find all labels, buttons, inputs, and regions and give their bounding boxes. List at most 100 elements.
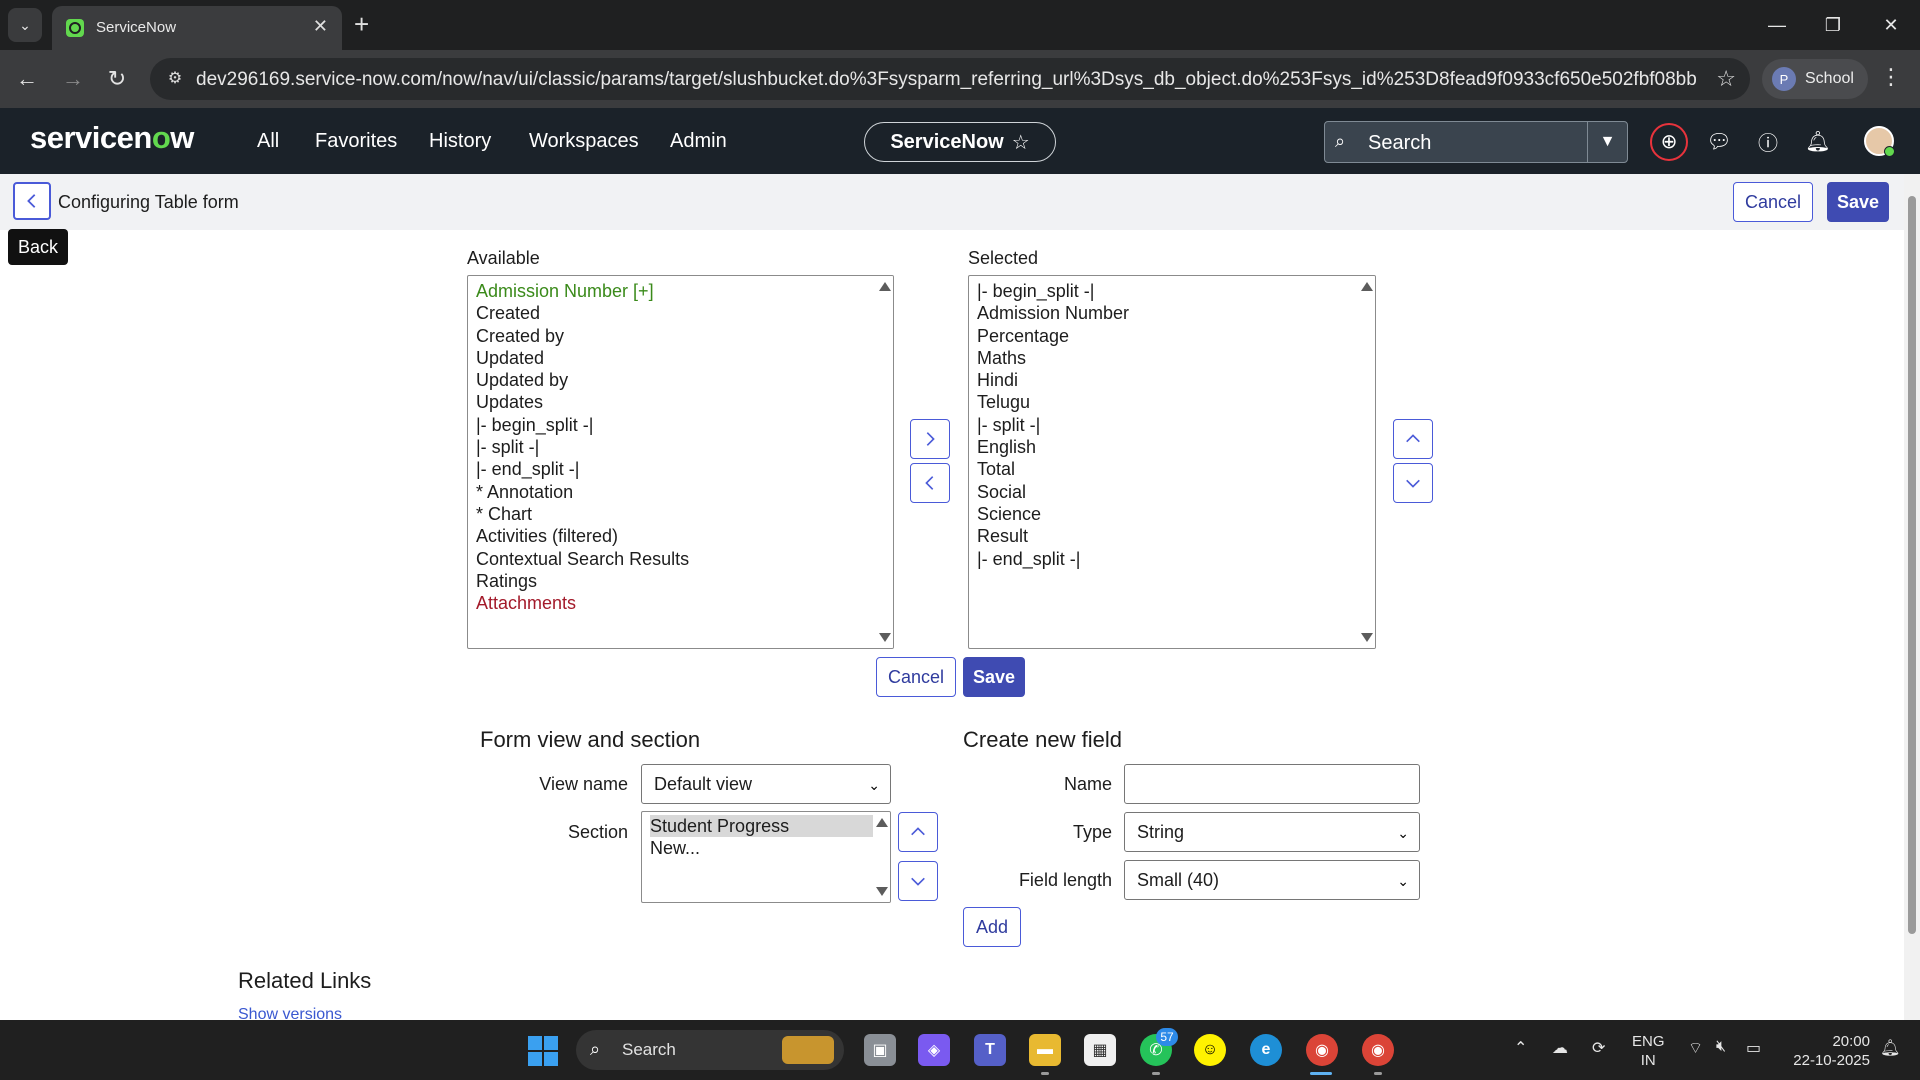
restore-window-icon[interactable]: ❐ xyxy=(1810,8,1856,42)
nav-history[interactable]: History xyxy=(429,130,491,153)
page-scrollbar-thumb[interactable] xyxy=(1908,196,1916,934)
available-field-item[interactable]: Ratings xyxy=(476,570,885,592)
page-scrollbar[interactable] xyxy=(1904,174,1920,1020)
section-item[interactable]: New... xyxy=(650,837,882,859)
new-tab-icon[interactable]: + xyxy=(354,10,369,38)
help-icon[interactable]: ⓘ xyxy=(1754,127,1782,155)
slushbucket-cancel-button[interactable]: Cancel xyxy=(876,657,956,697)
sync-icon[interactable]: ⟳ xyxy=(1592,1038,1605,1058)
close-window-icon[interactable]: ✕ xyxy=(1868,8,1914,42)
snapchat-icon[interactable]: ☺ xyxy=(1194,1034,1226,1066)
available-field-item[interactable]: Contextual Search Results xyxy=(476,548,885,570)
clock[interactable]: 20:00 22-10-2025 xyxy=(1786,1032,1870,1070)
speaker-muted-icon[interactable]: 🔇︎ xyxy=(1716,1038,1726,1056)
bookmark-star-icon[interactable]: ☆ xyxy=(1716,66,1736,92)
battery-icon[interactable]: ▭ xyxy=(1746,1038,1761,1058)
selected-field-item[interactable]: Total xyxy=(977,458,1367,480)
section-list[interactable]: Student Progress New... xyxy=(641,811,891,903)
browser-menu-icon[interactable]: ⋮ xyxy=(1880,64,1902,90)
forward-arrow-icon[interactable]: → xyxy=(56,62,90,96)
section-move-down-button[interactable] xyxy=(898,861,938,901)
nav-admin[interactable]: Admin xyxy=(670,130,727,153)
nav-workspaces[interactable]: Workspaces xyxy=(529,130,639,153)
available-list-scrollbar[interactable] xyxy=(876,276,893,648)
teams-icon[interactable]: T xyxy=(974,1034,1006,1066)
browser-tab-servicenow[interactable]: ServiceNow ✕ xyxy=(52,6,342,50)
taskbar-search-box[interactable]: ⌕ Search xyxy=(576,1030,844,1070)
show-hidden-icons-icon[interactable]: ⌃ xyxy=(1514,1038,1527,1058)
available-field-item[interactable]: Updated xyxy=(476,347,885,369)
search-scope-dropdown-icon[interactable]: ▼ xyxy=(1587,122,1627,162)
microsoft-store-icon[interactable]: ▦ xyxy=(1084,1034,1116,1066)
globe-icon[interactable]: ⊕ xyxy=(1655,127,1683,155)
field-name-input[interactable] xyxy=(1124,764,1420,804)
section-list-scrollbar[interactable] xyxy=(873,812,890,902)
address-bar[interactable]: ⚙ dev296169.service-now.com/now/nav/ui/c… xyxy=(150,58,1750,100)
show-versions-link[interactable]: Show versions xyxy=(238,1006,342,1020)
section-item[interactable]: Student Progress xyxy=(650,815,882,838)
tab-close-icon[interactable]: ✕ xyxy=(313,16,328,37)
onedrive-icon[interactable]: ☁ xyxy=(1552,1038,1568,1058)
chat-icon[interactable]: 💬︎ xyxy=(1705,127,1733,155)
tab-search-button[interactable]: ⌄ xyxy=(8,8,42,42)
selected-field-item[interactable]: Telugu xyxy=(977,391,1367,413)
back-button[interactable] xyxy=(13,182,51,220)
available-field-item[interactable]: |- end_split -| xyxy=(476,458,885,480)
selected-field-item[interactable]: Maths xyxy=(977,347,1367,369)
available-fields-list[interactable]: Admission Number [+] Created Created by Upd… xyxy=(467,275,894,649)
header-cancel-button[interactable]: Cancel xyxy=(1733,182,1813,222)
url-text[interactable]: dev296169.service-now.com/now/nav/ui/cla… xyxy=(196,69,1696,91)
global-search-input[interactable]: ⌕ Search ▼ xyxy=(1324,121,1628,163)
available-field-item[interactable]: Created by xyxy=(476,325,885,347)
available-field-item[interactable]: Activities (filtered) xyxy=(476,525,885,547)
available-field-item[interactable]: * Chart xyxy=(476,503,885,525)
selected-field-item[interactable]: |- begin_split -| xyxy=(977,280,1367,302)
view-name-select[interactable]: Default view ⌄ xyxy=(641,764,891,804)
chrome-profile-icon[interactable]: ◉ xyxy=(1362,1034,1394,1066)
nav-all[interactable]: All xyxy=(257,130,279,153)
remove-from-selected-button[interactable] xyxy=(910,463,950,503)
add-to-selected-button[interactable] xyxy=(910,419,950,459)
nav-favorites[interactable]: Favorites xyxy=(315,130,397,153)
selected-field-item[interactable]: Science xyxy=(977,503,1367,525)
copilot-icon[interactable]: ◈ xyxy=(918,1034,950,1066)
windows-start-icon[interactable] xyxy=(528,1036,558,1066)
available-field-item[interactable]: Attachments xyxy=(476,592,885,614)
field-type-select[interactable]: String ⌄ xyxy=(1124,812,1420,852)
favorite-star-icon[interactable]: ☆ xyxy=(1012,130,1030,155)
available-field-item[interactable]: * Annotation xyxy=(476,481,885,503)
file-explorer-icon[interactable]: ▬ xyxy=(1029,1034,1061,1066)
move-down-button[interactable] xyxy=(1393,463,1433,503)
available-field-item[interactable]: |- split -| xyxy=(476,436,885,458)
available-field-item[interactable]: Admission Number [+] xyxy=(476,280,885,302)
move-up-button[interactable] xyxy=(1393,419,1433,459)
selected-field-item[interactable]: Admission Number xyxy=(977,302,1367,324)
selected-field-item[interactable]: Result xyxy=(977,525,1367,547)
selected-field-item[interactable]: Social xyxy=(977,481,1367,503)
wifi-icon[interactable]: ⌔ xyxy=(1688,1038,1703,1058)
notifications-bell-icon[interactable]: 🔔︎ xyxy=(1804,127,1832,155)
selected-field-item[interactable]: English xyxy=(977,436,1367,458)
selected-field-item[interactable]: |- split -| xyxy=(977,414,1367,436)
language-indicator[interactable]: ENG IN xyxy=(1632,1032,1665,1070)
site-info-icon[interactable]: ⚙ xyxy=(164,68,186,90)
notification-center-icon[interactable]: 🔔︎ xyxy=(1880,1038,1900,1058)
task-view-icon[interactable]: ▣ xyxy=(864,1034,896,1066)
available-field-item[interactable]: Updates xyxy=(476,391,885,413)
selected-field-item[interactable]: Hindi xyxy=(977,369,1367,391)
selected-list-scrollbar[interactable] xyxy=(1358,276,1375,648)
selected-field-item[interactable]: |- end_split -| xyxy=(977,548,1367,570)
chrome-icon[interactable]: ◉ xyxy=(1306,1034,1338,1066)
profile-button[interactable]: P School xyxy=(1762,59,1868,99)
minimize-window-icon[interactable]: — xyxy=(1754,8,1800,42)
add-field-button[interactable]: Add xyxy=(963,907,1021,947)
instance-name-pill[interactable]: ServiceNow ☆ xyxy=(864,122,1056,162)
available-field-item[interactable]: Updated by xyxy=(476,369,885,391)
header-save-button[interactable]: Save xyxy=(1827,182,1889,222)
slushbucket-save-button[interactable]: Save xyxy=(963,657,1025,697)
available-field-item[interactable]: |- begin_split -| xyxy=(476,414,885,436)
selected-field-item[interactable]: Percentage xyxy=(977,325,1367,347)
reload-icon[interactable]: ↻ xyxy=(100,62,134,96)
servicenow-logo[interactable]: servicenow xyxy=(30,120,194,156)
available-field-item[interactable]: Created xyxy=(476,302,885,324)
